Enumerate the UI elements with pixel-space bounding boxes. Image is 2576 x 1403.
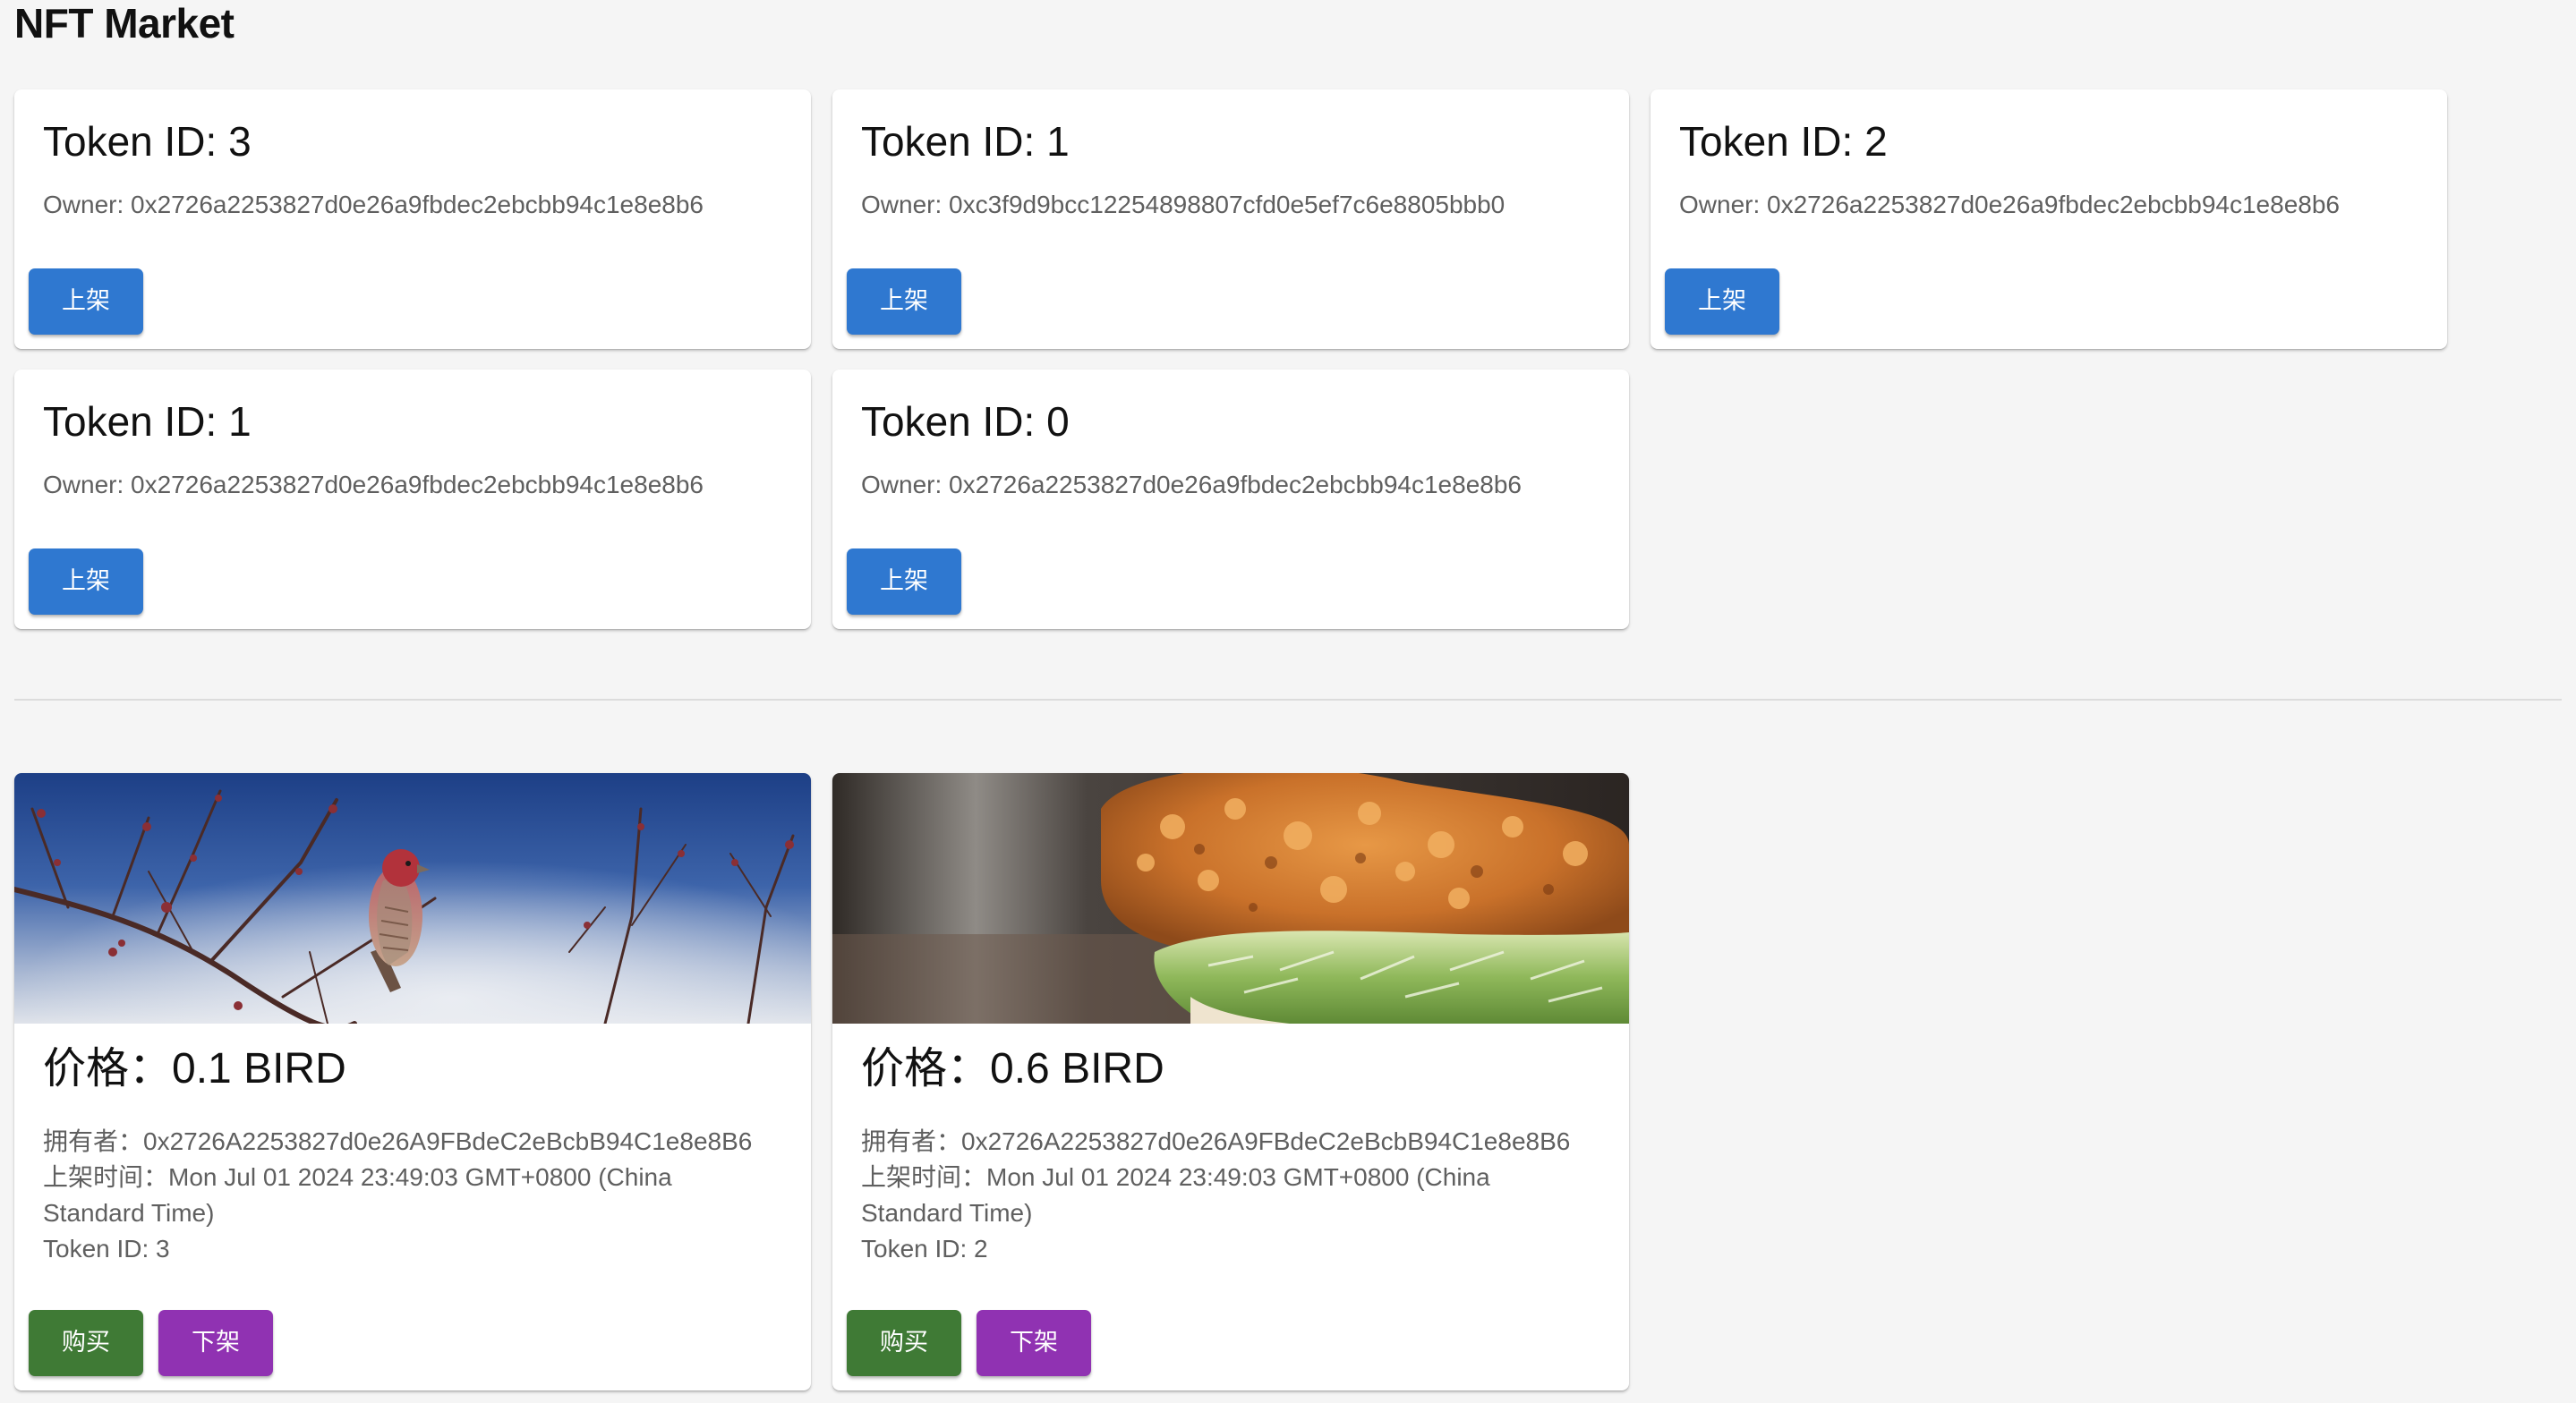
listing-time: 上架时间：Mon Jul 01 2024 23:49:03 GMT+0800 (…: [43, 1163, 672, 1227]
token-id-title: Token ID: 1: [43, 398, 252, 445]
listing-details: 拥有者：0x2726A2253827d0e26A9FBdeC2eBcbB94C1…: [861, 1124, 1595, 1267]
listing-token-id: Token ID: 3: [43, 1235, 170, 1263]
delist-button[interactable]: 下架: [977, 1310, 1091, 1376]
token-card: Token ID: 3 Owner: 0x2726a2253827d0e26a9…: [14, 89, 811, 349]
bird-photo-image: [14, 773, 811, 1024]
list-for-sale-button[interactable]: 上架: [847, 548, 961, 615]
list-for-sale-button[interactable]: 上架: [29, 268, 143, 335]
listing-owner: 拥有者：0x2726A2253827d0e26A9FBdeC2eBcbB94C1…: [43, 1127, 753, 1155]
page-title: NFT Market: [14, 0, 235, 47]
listing-price: 价格：0.1 BIRD: [43, 1045, 346, 1093]
nft-market-page: NFT Market Token ID: 3 Owner: 0x2726a225…: [0, 0, 2576, 1403]
owner-address: Owner: 0x2726a2253827d0e26a9fbdec2ebcbb9…: [43, 471, 704, 498]
listing-owner: 拥有者：0x2726A2253827d0e26A9FBdeC2eBcbB94C1…: [861, 1127, 1571, 1155]
token-card: Token ID: 2 Owner: 0x2726a2253827d0e26a9…: [1651, 89, 2447, 349]
list-for-sale-button[interactable]: 上架: [29, 548, 143, 615]
token-id-title: Token ID: 0: [861, 398, 1070, 445]
token-id-title: Token ID: 2: [1679, 118, 1888, 165]
listing-card: 价格：0.1 BIRD 拥有者：0x2726A2253827d0e26A9FBd…: [14, 773, 811, 1390]
listing-time: 上架时间：Mon Jul 01 2024 23:49:03 GMT+0800 (…: [861, 1163, 1490, 1227]
owner-address: Owner: 0xc3f9d9bcc12254898807cfd0e5ef7c6…: [861, 191, 1506, 218]
buy-button[interactable]: 购买: [847, 1310, 961, 1376]
list-for-sale-button[interactable]: 上架: [847, 268, 961, 335]
listing-details: 拥有者：0x2726A2253827d0e26A9FBdeC2eBcbB94C1…: [43, 1124, 777, 1267]
fried-chicken-sandwich-photo-image: [832, 773, 1629, 1024]
owner-address: Owner: 0x2726a2253827d0e26a9fbdec2ebcbb9…: [1679, 191, 2340, 218]
section-divider: [14, 699, 2562, 701]
buy-button[interactable]: 购买: [29, 1310, 143, 1376]
owner-address: Owner: 0x2726a2253827d0e26a9fbdec2ebcbb9…: [43, 191, 704, 218]
token-card: Token ID: 1 Owner: 0xc3f9d9bcc1225489880…: [832, 89, 1629, 349]
listing-price: 价格：0.6 BIRD: [861, 1045, 1164, 1093]
token-card: Token ID: 1 Owner: 0x2726a2253827d0e26a9…: [14, 370, 811, 629]
listing-card: 价格：0.6 BIRD 拥有者：0x2726A2253827d0e26A9FBd…: [832, 773, 1629, 1390]
owner-address: Owner: 0x2726a2253827d0e26a9fbdec2ebcbb9…: [861, 471, 1522, 498]
listing-token-id: Token ID: 2: [861, 1235, 988, 1263]
token-id-title: Token ID: 3: [43, 118, 252, 165]
list-for-sale-button[interactable]: 上架: [1665, 268, 1779, 335]
delist-button[interactable]: 下架: [158, 1310, 273, 1376]
token-card: Token ID: 0 Owner: 0x2726a2253827d0e26a9…: [832, 370, 1629, 629]
token-id-title: Token ID: 1: [861, 118, 1070, 165]
